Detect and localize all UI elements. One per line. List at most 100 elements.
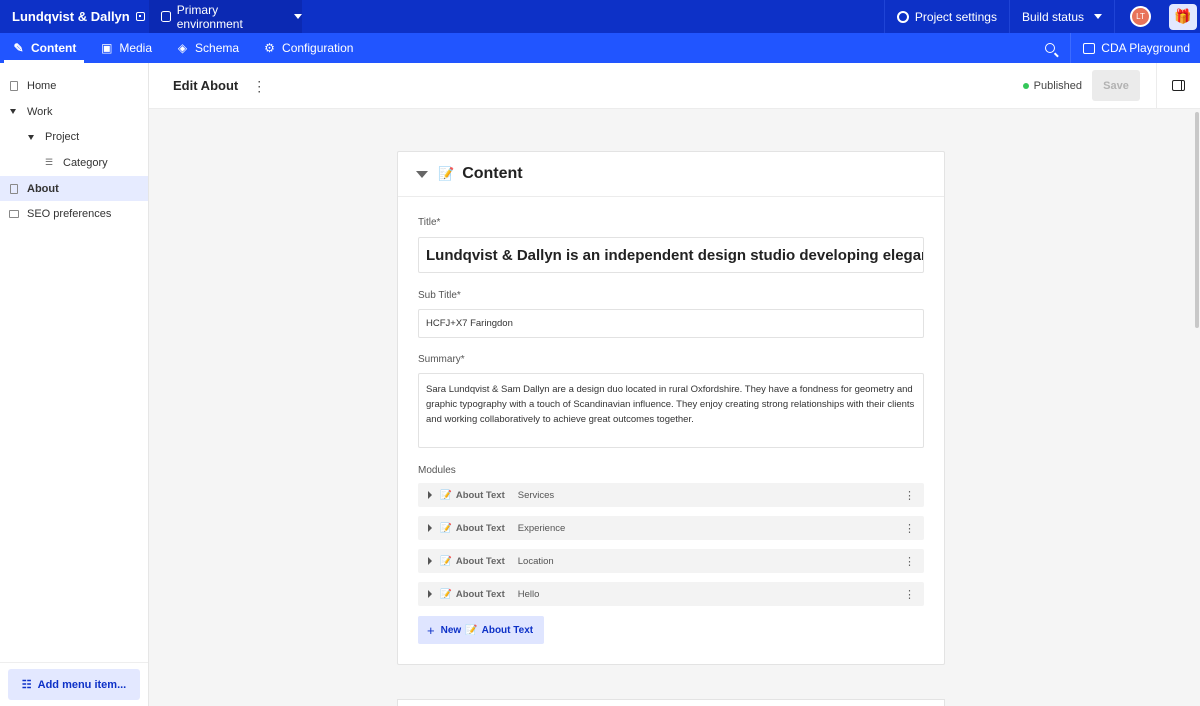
expand-caret-icon[interactable]: [428, 491, 432, 499]
content-sidebar: Home Work Project ☰ Category About SEO p…: [0, 63, 149, 706]
module-row[interactable]: 📝 About Text Hello ⋮: [418, 582, 924, 606]
top-bar: Lundqvist & Dallyn Primary environment P…: [0, 0, 1200, 33]
sidebar-item-project[interactable]: Project: [0, 124, 148, 150]
subtitle-field[interactable]: HCFJ+X7 Faringdon: [418, 309, 924, 338]
scrollbar[interactable]: [1195, 112, 1199, 328]
chevron-down-icon: [1094, 14, 1102, 19]
expand-caret-icon[interactable]: [428, 590, 432, 598]
expand-caret-icon[interactable]: [428, 524, 432, 532]
sidebar-top-gap: [0, 63, 148, 73]
module-type: About Text: [455, 489, 505, 501]
sidebar-item-home[interactable]: Home: [0, 73, 148, 99]
module-type: About Text: [455, 522, 505, 534]
project-settings-button[interactable]: Project settings: [883, 0, 1009, 33]
module-row[interactable]: 📝 About Text Experience ⋮: [418, 516, 924, 540]
avatar: LT: [1130, 6, 1151, 27]
tab-label: Content: [31, 41, 77, 55]
terminal-icon: [1083, 42, 1096, 54]
project-settings-label: Project settings: [914, 9, 997, 24]
page-icon: [10, 80, 18, 91]
user-menu[interactable]: LT: [1114, 0, 1166, 33]
more-options-icon[interactable]: ⋮: [252, 79, 266, 93]
environment-selector[interactable]: Primary environment: [149, 0, 302, 33]
module-row[interactable]: 📝 About Text Location ⋮: [418, 549, 924, 573]
tab-content[interactable]: ✎ Content: [0, 33, 88, 63]
title-label: Title*: [418, 217, 441, 228]
module-menu-icon[interactable]: ⋮: [904, 588, 915, 601]
save-button[interactable]: Save: [1092, 70, 1140, 101]
section-header[interactable]: 📝 Content: [398, 152, 944, 197]
module-menu-icon[interactable]: ⋮: [904, 555, 915, 568]
expanded-caret-icon[interactable]: [28, 134, 34, 140]
module-name: Experience: [517, 522, 566, 534]
sidebar-item-about[interactable]: About: [0, 175, 148, 202]
cda-playground-button[interactable]: CDA Playground: [1070, 33, 1200, 63]
module-menu-icon[interactable]: ⋮: [904, 522, 915, 535]
tab-configuration[interactable]: ⚙ Configuration: [251, 33, 365, 63]
tab-schema[interactable]: ◈ Schema: [164, 33, 251, 63]
published-dot-icon: [1022, 82, 1029, 89]
sidebar-item-category[interactable]: ☰ Category: [0, 150, 148, 176]
memo-icon: 📝: [440, 489, 452, 501]
module-row[interactable]: 📝 About Text Services ⋮: [418, 483, 924, 507]
memo-icon: 📝: [438, 166, 455, 181]
title-field[interactable]: Lundqvist & Dallyn is an independent des…: [418, 237, 924, 273]
tab-label: Media: [119, 41, 153, 55]
config-icon: ⚙: [264, 41, 275, 55]
new-button-type: About Text: [481, 624, 534, 636]
status-label: Published: [1033, 79, 1082, 92]
expand-caret-icon[interactable]: [428, 557, 432, 565]
editor-header: Edit About ⋮ Published Save: [149, 62, 1200, 109]
build-status-button[interactable]: Build status: [1008, 0, 1114, 33]
new-about-text-button[interactable]: + New 📝 About Text: [418, 616, 544, 644]
project-brand[interactable]: Lundqvist & Dallyn: [0, 0, 149, 33]
module-name: Hello: [517, 588, 540, 600]
memo-icon: 📝: [440, 588, 452, 600]
sidebar-item-label: Project: [45, 131, 80, 144]
list-icon: ☰: [45, 157, 54, 168]
module-name: Location: [517, 555, 554, 567]
whats-new-button[interactable]: 🎁: [1166, 0, 1200, 33]
add-menu-item-button[interactable]: ☷ Add menu item...: [8, 669, 140, 700]
search-icon: [1045, 43, 1056, 53]
sidebar-item-work[interactable]: Work: [0, 99, 148, 125]
image-icon: ▣: [101, 41, 113, 55]
sidebar-item-label: About: [27, 182, 59, 195]
status-badge: Published: [1022, 79, 1082, 92]
collapse-caret-icon[interactable]: [416, 170, 428, 178]
memo-icon: 📝: [440, 522, 452, 534]
environment-label: Primary environment: [176, 2, 243, 31]
gear-icon: [896, 10, 909, 23]
tab-label: Schema: [195, 41, 240, 55]
build-status-label: Build status: [1021, 9, 1084, 24]
chevron-down-icon: [294, 14, 302, 19]
cda-playground-label: CDA Playground: [1101, 41, 1190, 55]
sidebar-divider: [0, 662, 148, 663]
database-icon: [161, 11, 171, 22]
memo-icon: 📝: [465, 624, 478, 636]
search-button[interactable]: [1030, 33, 1070, 63]
layers-icon: ◈: [177, 41, 188, 55]
tab-media[interactable]: ▣ Media: [88, 33, 164, 63]
add-menu-item-label: Add menu item...: [37, 678, 127, 691]
module-type: About Text: [455, 555, 505, 567]
edit-icon: ✎: [13, 41, 24, 55]
module-type: About Text: [455, 588, 505, 600]
sidebar-toggle-button[interactable]: [1156, 62, 1200, 109]
section-title: Content: [462, 165, 523, 182]
add-list-icon: ☷: [21, 679, 32, 691]
module-name: Services: [517, 489, 555, 501]
memo-icon: 📝: [440, 555, 452, 567]
nav-right: CDA Playground: [1030, 33, 1200, 63]
page-title: Edit About: [173, 78, 239, 93]
page-icon: [10, 183, 18, 194]
sidebar-item-label: Category: [63, 156, 108, 169]
module-menu-icon[interactable]: ⋮: [904, 489, 915, 502]
settings-icon: [9, 210, 19, 219]
summary-field[interactable]: Sara Lundqvist & Sam Dallyn are a design…: [418, 373, 924, 448]
content-section: 📝 Content Title* Lundqvist & Dallyn is a…: [397, 151, 945, 665]
expanded-caret-icon[interactable]: [10, 109, 16, 115]
summary-label: Summary*: [418, 354, 465, 365]
tab-label: Configuration: [282, 41, 354, 55]
sidebar-item-seo-preferences[interactable]: SEO preferences: [0, 201, 148, 227]
